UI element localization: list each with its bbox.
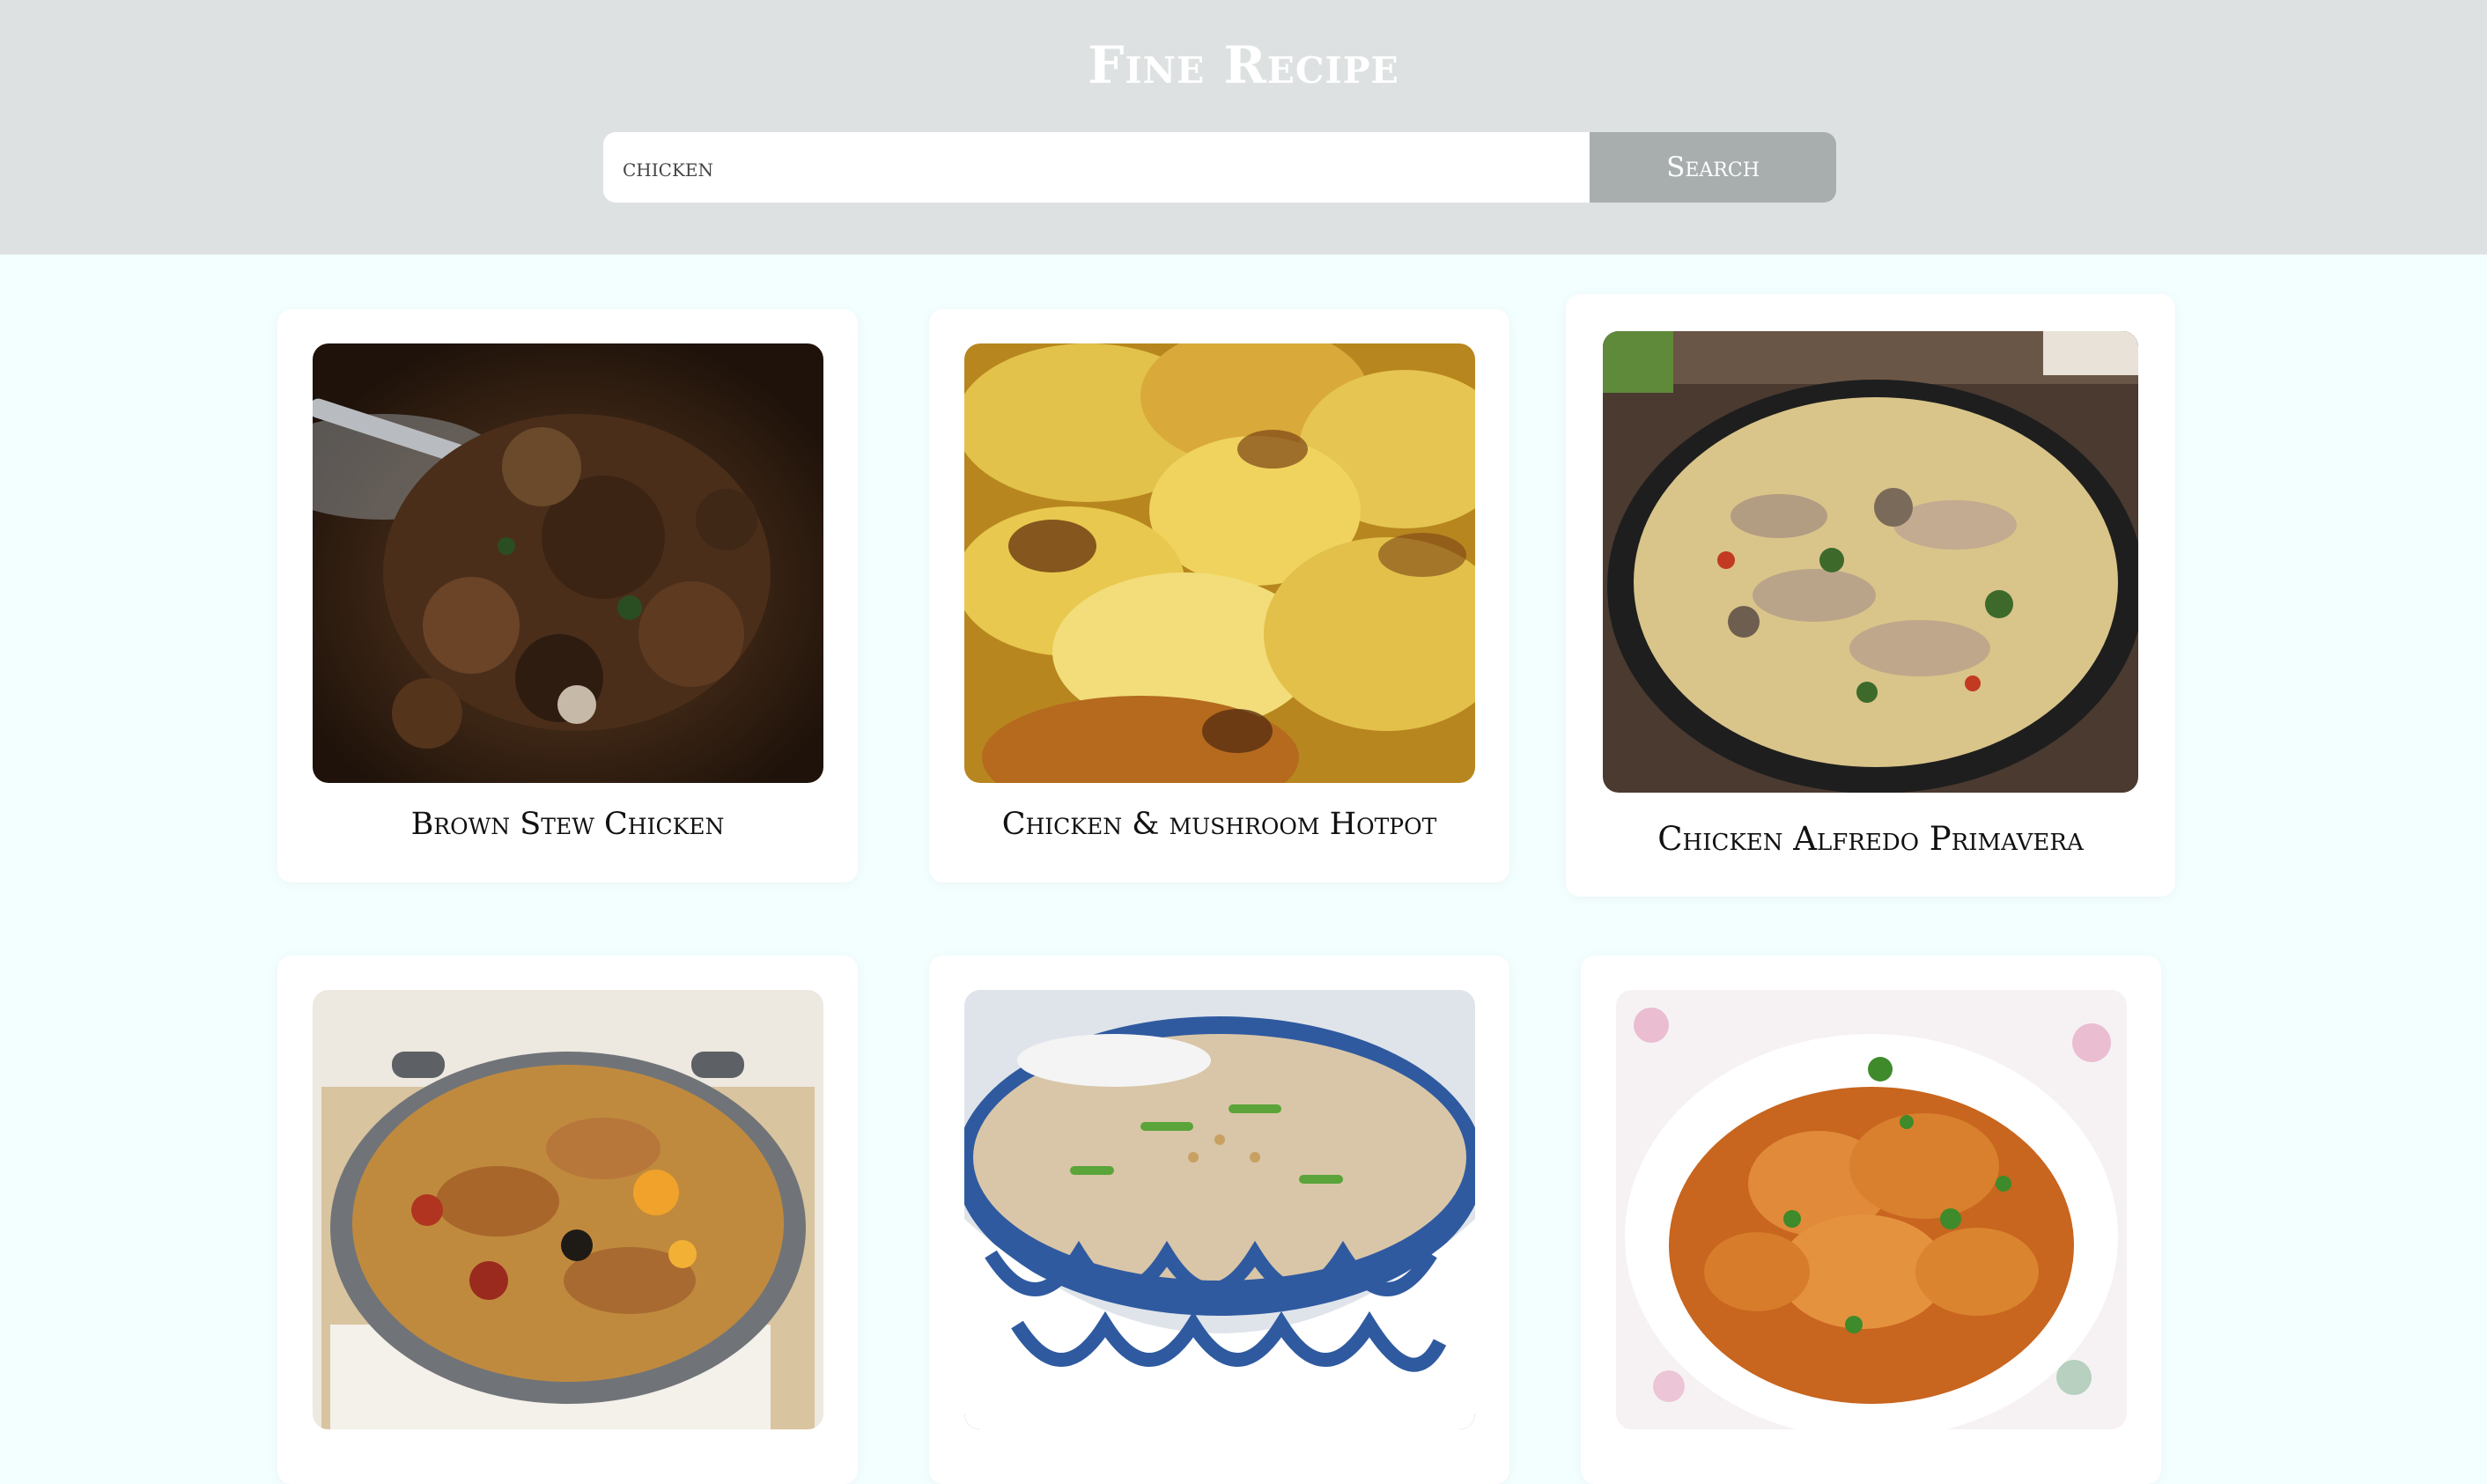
recipe-card[interactable]: Chicken & mushroom Hotpot <box>929 309 1509 882</box>
search-input[interactable] <box>603 132 1590 203</box>
recipe-card[interactable] <box>929 956 1509 1484</box>
search-button[interactable]: Search <box>1590 132 1836 203</box>
chicken-alfredo-primavera-photo[interactable] <box>1603 331 2138 793</box>
chicken-paella-pan-photo[interactable] <box>313 990 823 1429</box>
recipe-card[interactable]: Brown Stew Chicken <box>277 309 858 882</box>
recipe-card[interactable]: Chicken Alfredo Primavera <box>1566 294 2175 897</box>
recipe-title: Chicken & mushroom Hotpot <box>1001 807 1437 842</box>
site-title: Fine Recipe <box>1088 35 1399 95</box>
chicken-curry-plate-photo[interactable] <box>1616 990 2127 1429</box>
site-header: Fine Recipe Search <box>0 0 2487 255</box>
recipe-card[interactable] <box>277 956 858 1484</box>
chicken-mushroom-hotpot-photo[interactable] <box>964 343 1475 783</box>
recipe-card[interactable] <box>1581 956 2161 1484</box>
recipe-title: Chicken Alfredo Primavera <box>1657 820 2084 858</box>
brown-stew-chicken-photo[interactable] <box>313 343 823 783</box>
recipe-title: Brown Stew Chicken <box>410 807 725 842</box>
search-form: Search <box>603 132 1836 203</box>
chicken-congee-bowl-photo[interactable] <box>964 990 1475 1429</box>
